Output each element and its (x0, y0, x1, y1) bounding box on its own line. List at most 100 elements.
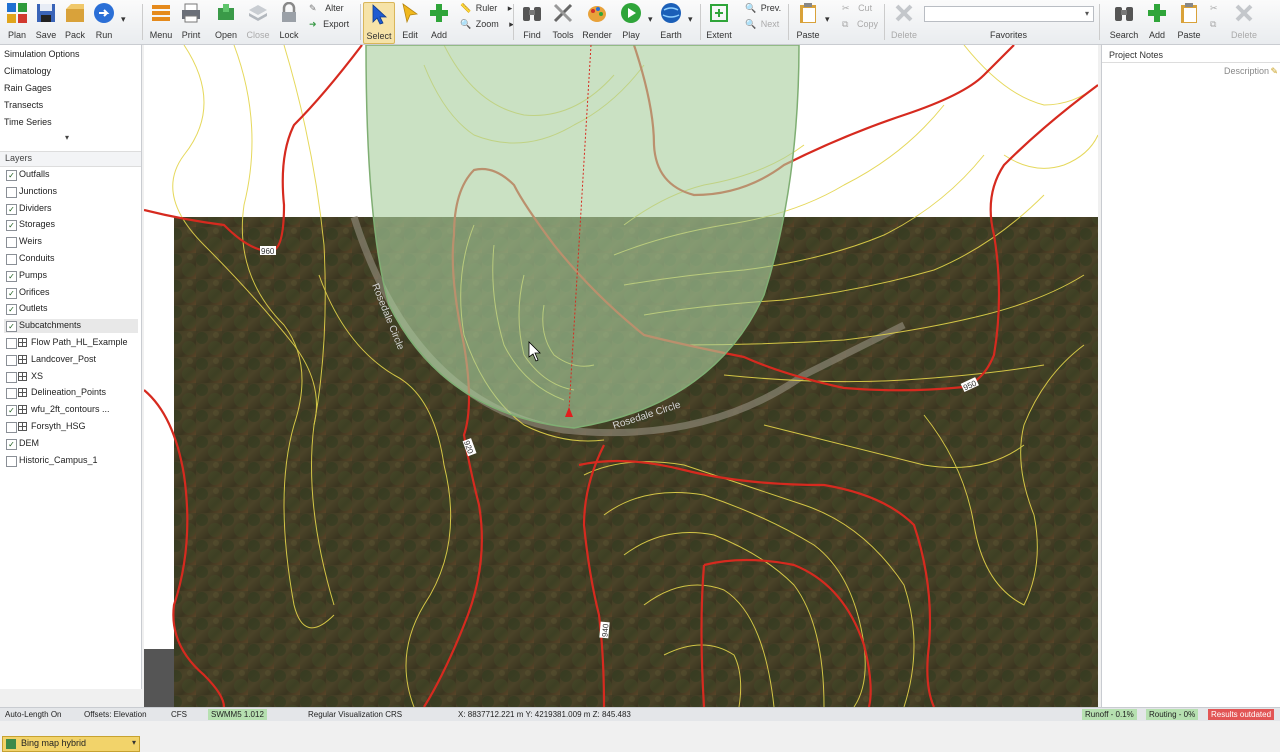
copy-button[interactable]: ⧉ Copy (842, 19, 878, 30)
layer-checkbox[interactable]: ✓ (6, 220, 17, 232)
grid-layer-icon (18, 338, 27, 347)
layer-item[interactable]: ✓ wfu_2ft_contours ... (4, 403, 138, 417)
play-button[interactable]: Play (616, 2, 646, 42)
alter-button[interactable]: ✎ Alter (309, 3, 344, 14)
print-button[interactable]: Print (176, 2, 206, 42)
basemap-selector[interactable]: Bing map hybrid ▾ (2, 736, 140, 752)
nav-climatology[interactable]: Climatology (4, 66, 51, 76)
layer-item[interactable]: Historic_Campus_1 (4, 454, 138, 468)
units-status[interactable]: CFS (168, 709, 190, 720)
render-button[interactable]: Render (582, 2, 612, 42)
edit-button[interactable]: Edit (395, 2, 425, 42)
layer-checkbox[interactable]: ✓ (6, 170, 17, 181)
pencil-icon[interactable]: ✎ (1270, 66, 1278, 77)
pack-button[interactable]: Pack (60, 2, 90, 42)
nav-simulation-options[interactable]: Simulation Options (4, 49, 80, 59)
notes-delete-button[interactable]: Delete (1229, 2, 1259, 42)
layer-checkbox[interactable] (6, 254, 17, 265)
layer-checkbox[interactable] (6, 237, 17, 249)
layer-item[interactable]: Junctions (4, 185, 138, 199)
layer-item[interactable]: ✓ Storages (4, 218, 138, 232)
layer-item[interactable]: ✓ DEM (4, 437, 138, 451)
layer-checkbox[interactable] (6, 455, 17, 467)
layer-checkbox[interactable] (6, 388, 17, 400)
run-button[interactable]: Run (89, 2, 119, 42)
delete-x-icon (1235, 4, 1253, 22)
close-button[interactable]: Close (243, 2, 273, 42)
delete-button[interactable]: Delete (889, 2, 919, 42)
save-button[interactable]: Save (31, 2, 61, 42)
prev-button[interactable]: 🔍 Prev. (745, 3, 781, 14)
layer-checkbox[interactable]: ✓ (6, 405, 17, 417)
run-dropdown-icon[interactable]: ▾ (121, 14, 126, 25)
layer-item[interactable]: ✓ Orifices (4, 286, 138, 300)
layer-item[interactable]: ✓ Dividers (4, 202, 138, 216)
cut-button[interactable]: ✂ Cut (842, 3, 872, 14)
find-button[interactable]: Find (517, 2, 547, 42)
lock-button[interactable]: Lock (274, 2, 304, 42)
favorites-dropdown[interactable]: ▾ (924, 6, 1094, 22)
next-button[interactable]: 🔍 Next (745, 19, 779, 30)
layer-checkbox[interactable]: ✓ (6, 270, 17, 282)
nav-rain-gages[interactable]: Rain Gages (4, 83, 52, 93)
layer-item[interactable]: ✓ Outfalls (4, 168, 138, 182)
menu-button[interactable]: Menu (146, 2, 176, 42)
export-button[interactable]: ➜ Export (309, 19, 349, 30)
plan-button[interactable]: Plan (2, 2, 32, 42)
paste-dropdown-icon[interactable]: ▾ (825, 14, 830, 25)
select-button[interactable]: Select (363, 2, 395, 44)
favorites-label: Favorites (990, 30, 1028, 40)
layer-item[interactable]: Delineation_Points (4, 386, 138, 400)
layer-label: Outlets (19, 303, 48, 314)
auto-length-status[interactable]: Auto-Length On (2, 709, 64, 720)
notes-add-button[interactable]: Add (1142, 2, 1172, 42)
layer-checkbox[interactable]: ✓ (6, 321, 17, 333)
earth-button[interactable]: Earth (656, 2, 686, 42)
paste-button[interactable]: Paste (793, 2, 823, 42)
notes-paste-button[interactable]: Paste (1174, 2, 1204, 42)
visualization-status[interactable]: Regular Visualization CRS (305, 709, 405, 720)
notes-copy-icon[interactable]: ⧉ (1210, 19, 1216, 30)
layer-checkbox[interactable]: ✓ (6, 304, 17, 316)
layer-checkbox[interactable]: ✓ (6, 287, 17, 299)
layer-item[interactable]: Flow Path_HL_Example (4, 336, 138, 350)
ruler-button[interactable]: 📏 Ruler ▸ (460, 3, 512, 14)
add-button[interactable]: Add (424, 2, 454, 42)
nav-time-series[interactable]: Time Series (4, 117, 52, 127)
layer-item[interactable]: ✓ Pumps (4, 269, 138, 283)
notes-cut-icon[interactable]: ✂ (1210, 3, 1218, 14)
layer-item[interactable]: Forsyth_HSG (4, 420, 138, 434)
layer-checkbox[interactable] (6, 371, 17, 383)
layer-checkbox[interactable] (6, 338, 17, 349)
open-button[interactable]: Open (211, 2, 241, 42)
layer-checkbox[interactable] (6, 422, 17, 433)
earth-dropdown-icon[interactable]: ▾ (688, 14, 693, 25)
engine-status[interactable]: SWMM5 1.012 (208, 709, 267, 720)
map-canvas[interactable]: Rosedale Circle Rosedale Circle 960 950 … (144, 45, 1098, 707)
layer-checkbox[interactable] (6, 186, 17, 198)
notes-search-button[interactable]: Search (1109, 2, 1139, 42)
coordinates-readout: X: 8837712.221 m Y: 4219381.009 m Z: 845… (458, 710, 631, 719)
description-label[interactable]: Description (1224, 66, 1269, 76)
play-dropdown-icon[interactable]: ▾ (648, 14, 653, 25)
nav-transects[interactable]: Transects (4, 100, 43, 110)
layer-checkbox[interactable] (6, 354, 17, 366)
layer-item[interactable]: Weirs (4, 235, 138, 249)
layer-checkbox[interactable]: ✓ (6, 438, 17, 450)
tools-label: Tools (552, 30, 574, 40)
toolbar-separator (884, 4, 885, 40)
layer-item[interactable]: ✓ Outlets (4, 302, 138, 316)
scroll-down-icon[interactable]: ▾ (65, 133, 69, 142)
extent-button[interactable]: Extent (704, 2, 734, 42)
layer-item[interactable]: Conduits (4, 252, 138, 266)
zoom-button[interactable]: 🔍 Zoom ▸ (460, 19, 514, 30)
layer-item[interactable]: ✓ Subcatchments (4, 319, 138, 334)
layer-item[interactable]: XS (4, 370, 138, 384)
layer-checkbox[interactable]: ✓ (6, 203, 17, 215)
project-notes-title: Project Notes (1109, 50, 1164, 60)
offsets-status[interactable]: Offsets: Elevation (81, 709, 150, 720)
results-status: Results outdated (1208, 709, 1275, 720)
tools-button[interactable]: Tools (548, 2, 578, 42)
copy-icon: ⧉ (842, 19, 849, 29)
layer-item[interactable]: Landcover_Post (4, 353, 138, 367)
